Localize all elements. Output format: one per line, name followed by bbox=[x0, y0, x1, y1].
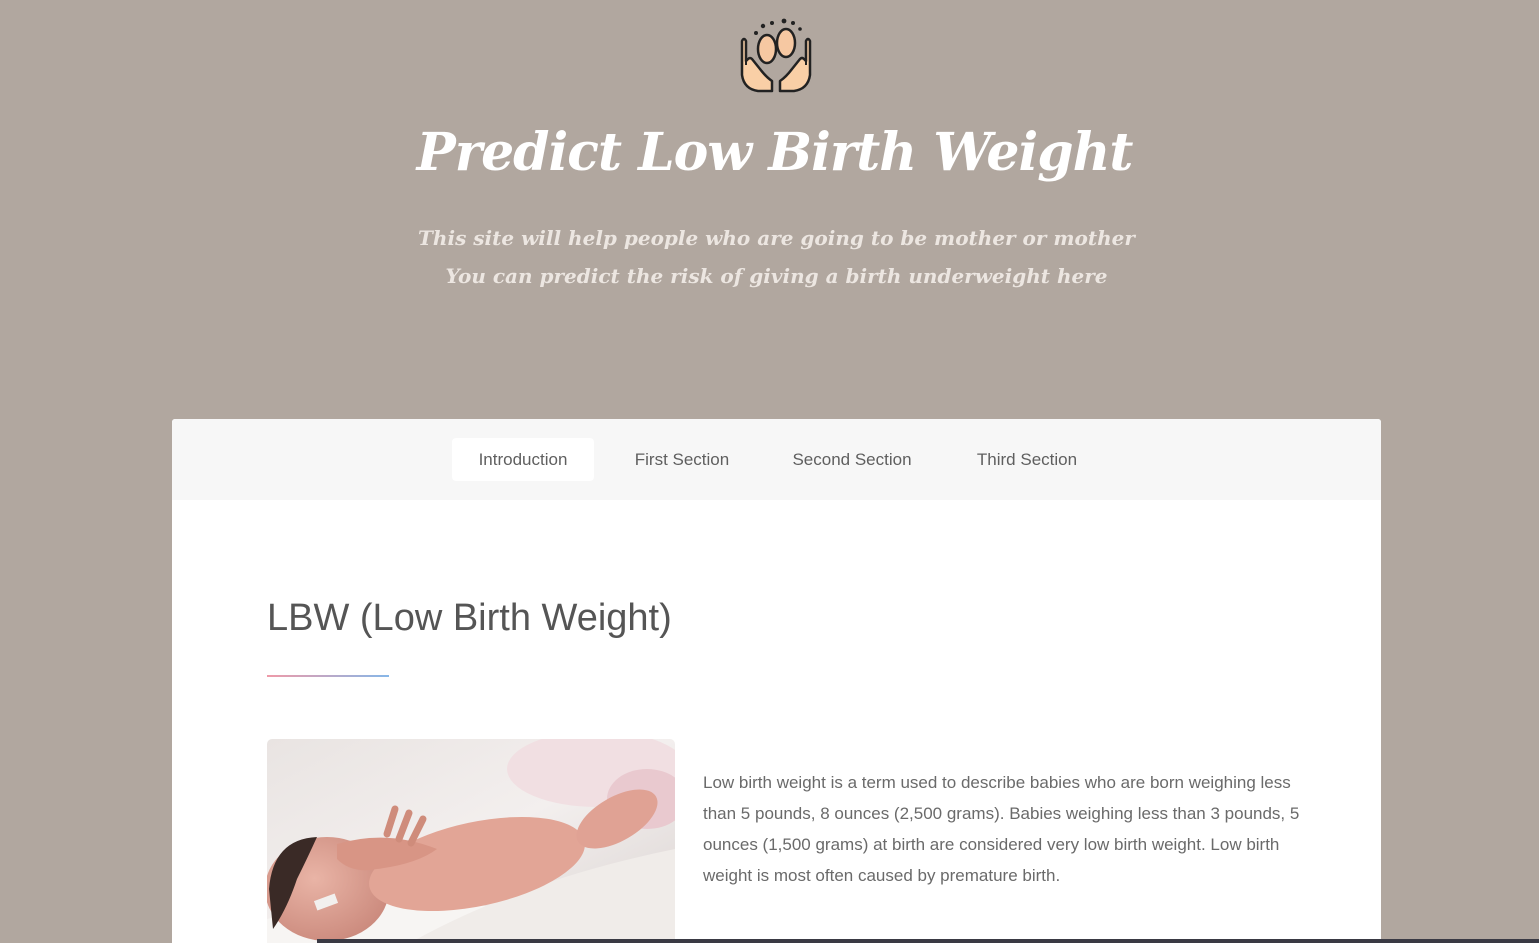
site-subtitle-line2: You can predict the risk of giving a bir… bbox=[445, 264, 1108, 288]
tab-introduction[interactable]: Introduction bbox=[452, 438, 594, 481]
intro-paragraph: Low birth weight is a term used to descr… bbox=[703, 773, 1300, 885]
hands-holding-baby-feet-icon bbox=[740, 18, 812, 93]
newborn-baby-photo bbox=[267, 739, 675, 943]
site-title: Predict Low Birth Weight bbox=[416, 122, 1134, 183]
tab-third-section[interactable]: Third Section bbox=[960, 438, 1094, 481]
section-nav: Introduction First Section Second Sectio… bbox=[172, 419, 1381, 500]
tab-first-section[interactable]: First Section bbox=[618, 438, 746, 481]
site-subtitle-line1: This site will help people who are going… bbox=[418, 226, 1135, 250]
site-header: Predict Low Birth Weight This site will … bbox=[0, 0, 1539, 419]
title-underline bbox=[267, 675, 389, 677]
tab-second-section[interactable]: Second Section bbox=[778, 438, 926, 481]
browser-bottom-bar bbox=[317, 939, 1539, 943]
section-title: LBW (Low Birth Weight) bbox=[267, 597, 672, 639]
content-card: Introduction First Section Second Sectio… bbox=[172, 419, 1381, 943]
